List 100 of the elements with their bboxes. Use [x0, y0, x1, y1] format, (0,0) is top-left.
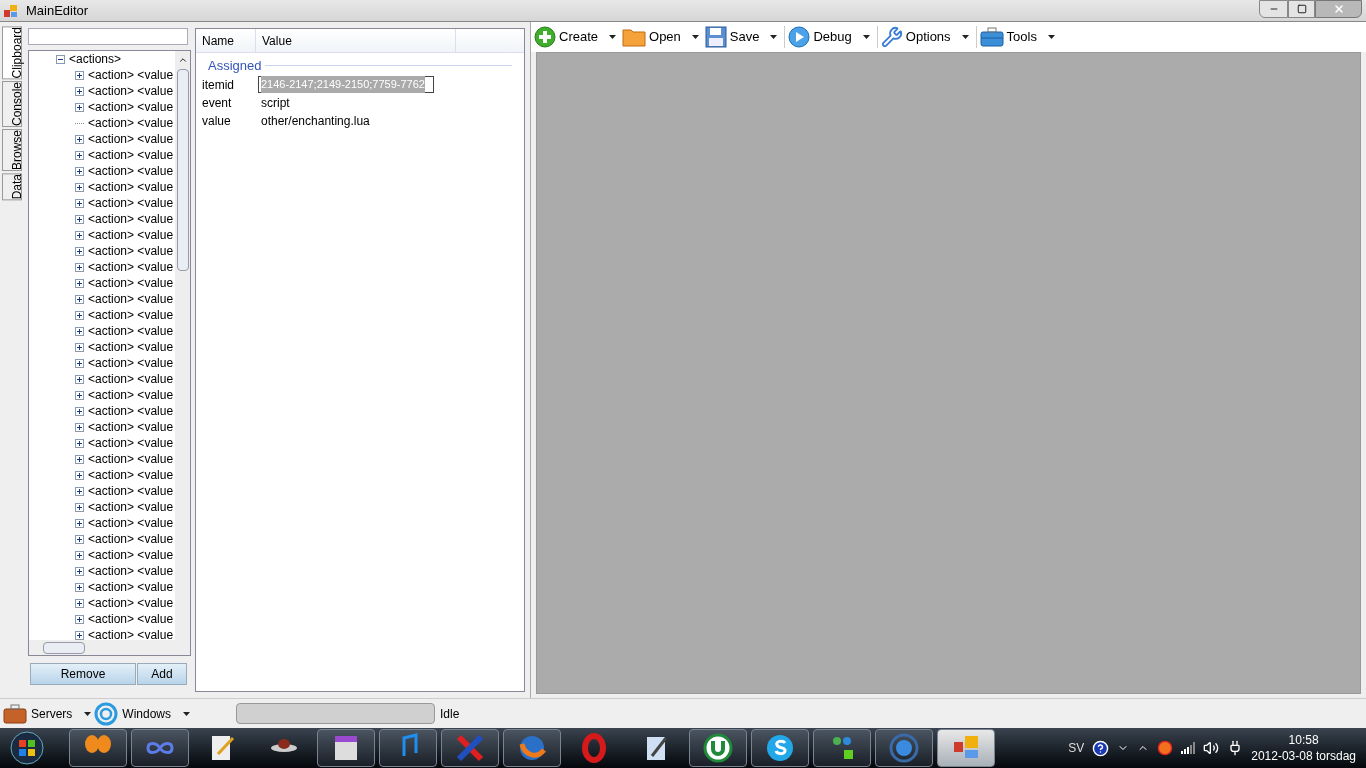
tree-node-label[interactable]: <action> <value [88, 66, 174, 84]
expand-icon[interactable] [75, 358, 84, 368]
taskbar-button[interactable] [317, 729, 375, 767]
taskbar-button[interactable] [751, 729, 809, 767]
expand-icon[interactable] [75, 86, 84, 96]
tree-node-label[interactable]: <action> <value [88, 322, 174, 340]
tree-node-label[interactable]: <action> <value [88, 130, 174, 148]
expand-icon[interactable] [75, 230, 84, 240]
tree-node-label[interactable]: <action> <value [88, 610, 174, 628]
tree-node-label[interactable]: <action> <value [88, 594, 174, 612]
tree-node-label[interactable]: <action> <value [88, 274, 174, 292]
expand-icon[interactable] [75, 102, 84, 112]
tree-node-label[interactable]: <action> <value [88, 82, 174, 100]
expand-icon[interactable] [75, 614, 84, 624]
column-header[interactable]: Value [256, 29, 456, 52]
expand-icon[interactable] [75, 502, 84, 512]
tree-node-label[interactable]: <action> <value [88, 338, 174, 356]
tree-node-label[interactable]: <action> <value [88, 546, 174, 564]
signal-bars-icon[interactable] [1181, 742, 1196, 754]
expand-icon[interactable] [75, 518, 84, 528]
tree-node-label[interactable]: <action> <value [88, 434, 174, 452]
horizontal-scrollbar[interactable] [29, 640, 190, 655]
expand-icon[interactable] [75, 262, 84, 272]
toolbar-button[interactable]: Debug [787, 26, 871, 48]
expand-icon[interactable] [75, 598, 84, 608]
expand-icon[interactable] [75, 566, 84, 576]
tree-node-label[interactable]: <action> <value [88, 146, 174, 164]
tree-node-label[interactable]: <action> <value [88, 418, 174, 436]
expand-icon[interactable] [75, 534, 84, 544]
clock-time[interactable]: 10:58 [1288, 732, 1319, 748]
tree-node-label[interactable]: <action> <value [88, 562, 174, 580]
tree-node-label[interactable]: <action> <value [88, 578, 174, 596]
expand-icon[interactable] [75, 342, 84, 352]
tree-node-label[interactable]: <action> <value [88, 242, 174, 260]
search-field[interactable] [28, 28, 188, 45]
tree-node-label[interactable]: <actions> [69, 51, 122, 68]
expand-icon[interactable] [75, 198, 84, 208]
expand-icon[interactable] [75, 374, 84, 384]
tree-action-button[interactable]: Remove [30, 663, 136, 685]
expand-icon[interactable] [75, 326, 84, 336]
help-icon[interactable] [1092, 739, 1110, 757]
column-header[interactable]: Name [196, 29, 256, 52]
toolbar-button[interactable]: Create [533, 26, 618, 48]
toolbar-button[interactable]: Tools [978, 27, 1056, 47]
restore-button[interactable] [1288, 0, 1315, 18]
tree-node-label[interactable]: <action> <value [88, 194, 174, 212]
side-tab[interactable]: Clipboard [2, 26, 22, 80]
tree-node-label[interactable]: <action> <value [88, 466, 174, 484]
tree-node-label[interactable]: <action> <value [88, 354, 174, 372]
expand-icon[interactable] [75, 182, 84, 192]
expand-icon[interactable] [75, 422, 84, 432]
taskbar-button[interactable] [689, 729, 747, 767]
tree-node-label[interactable]: <action> <value [88, 178, 174, 196]
taskbar-button[interactable] [813, 729, 871, 767]
expand-icon[interactable] [75, 582, 84, 592]
toolbar-button[interactable]: Open [621, 27, 700, 47]
minimize-button[interactable] [1259, 0, 1288, 18]
expand-icon[interactable] [75, 630, 84, 640]
tree-action-button[interactable]: Add [137, 663, 187, 685]
tree-node-label[interactable]: <action> <value [88, 210, 174, 228]
tree-node-label[interactable]: <action> <value [88, 482, 174, 500]
tree-node-label[interactable]: <action> <value [88, 386, 174, 404]
clock-date[interactable]: 2012-03-08 torsdag [1251, 748, 1356, 764]
expand-icon[interactable] [75, 486, 84, 496]
vertical-scrollbar[interactable] [175, 51, 190, 640]
toolbar-button[interactable]: Options [879, 26, 970, 48]
status-menu-button[interactable]: Windows [94, 701, 191, 726]
expand-icon[interactable] [75, 166, 84, 176]
tree-node-label[interactable]: <action> <value [88, 290, 174, 308]
expand-icon[interactable] [75, 150, 84, 160]
tree-node-label[interactable]: <action> <value [88, 626, 174, 640]
taskbar-button[interactable] [69, 729, 127, 767]
tree-node-label[interactable]: <action> <value [88, 402, 174, 420]
expand-icon[interactable] [75, 214, 84, 224]
expand-icon[interactable] [75, 454, 84, 464]
expand-icon[interactable] [75, 406, 84, 416]
expand-icon[interactable] [75, 550, 84, 560]
tree-node-label[interactable]: <action> <value [88, 258, 174, 276]
tree-node-label[interactable]: <action> <value [88, 226, 174, 244]
toolbar-button[interactable]: Save [703, 26, 779, 48]
side-tab[interactable]: Data [2, 173, 22, 201]
language-indicator[interactable]: SV [1068, 739, 1085, 757]
close-button[interactable] [1315, 0, 1362, 18]
tree-node-label[interactable]: <action> <value [88, 498, 174, 516]
taskbar-button[interactable] [503, 729, 561, 767]
expand-icon[interactable] [75, 134, 84, 144]
tree-node-label[interactable]: <action> <value [88, 530, 174, 548]
tree-node-label[interactable]: <action> <value [88, 114, 174, 132]
expand-icon[interactable] [75, 390, 84, 400]
expand-icon[interactable] [75, 310, 84, 320]
collapse-icon[interactable] [56, 54, 65, 64]
tree-node-label[interactable]: <action> <value [88, 162, 174, 180]
expand-icon[interactable] [75, 438, 84, 448]
tree-node-label[interactable]: <action> <value [88, 306, 174, 324]
tree-node-label[interactable]: <action> <value [88, 370, 174, 388]
tree-node-label[interactable]: <action> <value [88, 98, 174, 116]
tree-node-label[interactable]: <action> <value [88, 450, 174, 468]
scrollbar-thumb[interactable] [43, 641, 85, 654]
tree-node-label[interactable]: <action> <value [88, 514, 174, 532]
expand-icon[interactable] [75, 470, 84, 480]
